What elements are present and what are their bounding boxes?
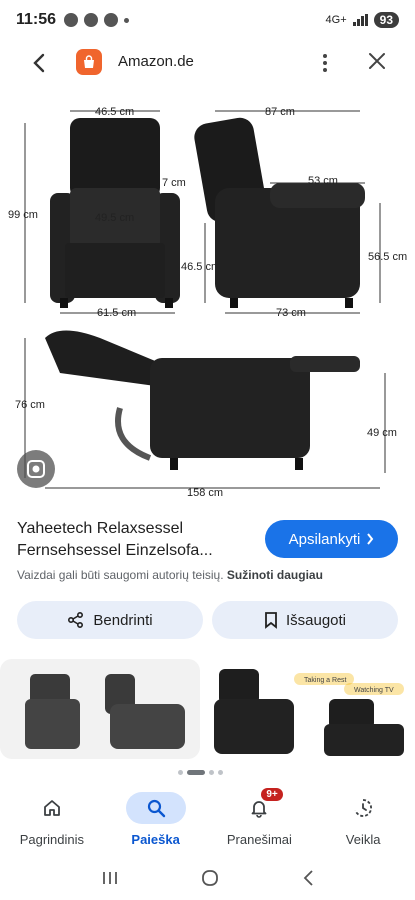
back-arrow-icon[interactable] <box>302 869 314 887</box>
product-title[interactable]: Yaheetech Relaxsessel Fernsehsessel Einz… <box>17 518 257 562</box>
share-label: Bendrinti <box>93 611 153 629</box>
nav-notifications-label: Pranešimai <box>226 832 292 847</box>
visit-label: Apsilankyti <box>288 530 361 548</box>
bookmark-icon <box>265 612 277 629</box>
more-vert-icon <box>323 54 327 58</box>
battery-level: 93 <box>373 12 399 28</box>
home-icon <box>43 800 60 816</box>
related-image-2[interactable]: Taking a Rest Watching TV <box>209 659 415 759</box>
thumb-tag-taking-rest: Taking a Rest <box>304 677 346 684</box>
system-nav-bar <box>0 856 415 900</box>
top-bar: Amazon.de <box>0 42 415 82</box>
dim-seat-width: 49.5 cm <box>95 212 134 224</box>
amazon-site-icon <box>76 49 102 75</box>
status-bar: 11:56 4G+ 93 <box>0 0 415 40</box>
nav-search[interactable]: Paieška <box>104 784 208 856</box>
copyright-notice: Vaizdai gali būti saugomi autorių teisių… <box>17 568 323 582</box>
dim-arm-height: 56.5 cm <box>368 251 407 263</box>
close-icon <box>369 53 385 69</box>
dim-seat-height: 46.5 cm <box>181 261 220 273</box>
pager-dot <box>209 770 214 775</box>
bottom-nav: Pagrindinis Paieška 9+ Pranešimai Veikla <box>0 784 415 856</box>
thumb-tag-watching-tv: Watching TV <box>354 687 394 694</box>
lens-icon <box>27 460 45 478</box>
dim-side-depth: 87 cm <box>265 106 295 118</box>
more-notifications-dot <box>124 17 130 23</box>
copyright-text: Vaizdai gali būti saugomi autorių teisių… <box>17 568 224 582</box>
dim-top-width: 46.5 cm <box>95 106 134 118</box>
nav-home[interactable]: Pagrindinis <box>0 784 104 856</box>
chevron-right-icon <box>367 533 374 545</box>
bell-icon <box>251 801 267 818</box>
nav-home-label: Pagrindinis <box>19 832 85 847</box>
network-type: 4G+ <box>325 14 347 26</box>
lens-search-button[interactable] <box>17 450 55 488</box>
notification-icons <box>64 13 130 27</box>
nav-activity-label: Veikla <box>345 832 381 847</box>
notification-badge: 9+ <box>261 788 283 801</box>
chevron-left-icon <box>33 53 45 73</box>
dim-reclined-length: 158 cm <box>187 487 223 499</box>
related-image-1[interactable] <box>0 659 200 759</box>
nav-activity[interactable]: Veikla <box>311 784 415 856</box>
notification-icon <box>64 13 79 27</box>
activity-icon <box>354 799 373 817</box>
share-icon <box>68 611 84 629</box>
save-label: Išsaugoti <box>285 611 347 629</box>
notification-icon <box>104 13 119 27</box>
back-button[interactable] <box>24 48 54 78</box>
dim-base-width: 61.5 cm <box>97 307 136 319</box>
recent-apps-icon[interactable] <box>101 870 119 886</box>
dim-height: 99 cm <box>8 209 38 221</box>
close-button[interactable] <box>362 46 392 76</box>
main-product-image[interactable]: 46.5 cm 87 cm 99 cm 7 cm 49.5 cm 53 cm 4… <box>0 88 415 500</box>
pager-dot <box>178 770 183 775</box>
nav-search-label: Paieška <box>131 832 180 847</box>
site-title: Amazon.de <box>118 53 194 70</box>
nav-notifications[interactable]: 9+ Pranešimai <box>208 784 312 856</box>
save-button[interactable]: Išsaugoti <box>212 601 398 639</box>
dim-armrest: 7 cm <box>162 177 186 189</box>
more-options-button[interactable] <box>313 48 337 78</box>
status-right: 4G+ 93 <box>326 12 399 28</box>
carousel-pager <box>178 770 223 775</box>
dim-reclined-height: 76 cm <box>15 399 45 411</box>
dim-footrest-height: 49 cm <box>367 427 397 439</box>
status-time: 11:56 <box>16 11 57 28</box>
pager-dot <box>218 770 223 775</box>
home-circle-icon[interactable] <box>201 869 219 887</box>
share-button[interactable]: Bendrinti <box>17 601 203 639</box>
dim-seat-depth: 53 cm <box>308 175 338 187</box>
dim-base-depth: 73 cm <box>276 307 306 319</box>
notification-icon <box>84 13 99 27</box>
pager-dot-active <box>187 770 205 775</box>
visit-button[interactable]: Apsilankyti <box>265 520 398 558</box>
signal-icon <box>352 14 368 26</box>
learn-more-link[interactable]: Sužinoti daugiau <box>227 568 323 582</box>
search-icon <box>147 799 165 818</box>
